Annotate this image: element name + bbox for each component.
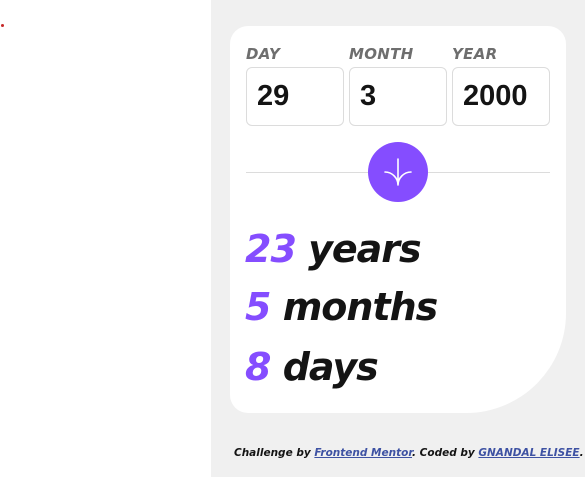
year-field: YEAR 2000 <box>452 44 550 126</box>
day-input[interactable]: 29 <box>246 67 344 126</box>
age-calculator-card: DAY 29 MONTH 3 YEAR 2000 23 years 5 mont… <box>230 26 566 413</box>
month-label: MONTH <box>349 45 414 63</box>
months-number: 5 <box>245 285 271 329</box>
month-field: MONTH 3 <box>349 44 447 126</box>
year-label: YEAR <box>452 45 498 63</box>
attribution-footer: Challenge by Frontend Mentor. Coded by G… <box>234 447 584 459</box>
month-input[interactable]: 3 <box>349 67 447 126</box>
day-field: DAY 29 <box>246 44 344 126</box>
year-input[interactable]: 2000 <box>452 67 550 126</box>
result-months: 5 months <box>245 285 439 329</box>
days-unit: days <box>282 345 379 389</box>
years-number: 23 <box>245 227 297 271</box>
day-label: DAY <box>246 45 281 63</box>
author-link[interactable]: GNANDAL ELISEE <box>478 447 579 459</box>
arrow-down-icon <box>384 158 412 186</box>
submit-button[interactable] <box>368 142 428 202</box>
result-days: 8 days <box>245 345 379 389</box>
footer-prefix: Challenge by <box>234 447 311 459</box>
stray-dot <box>1 24 4 27</box>
age-calculator-panel: DAY 29 MONTH 3 YEAR 2000 23 years 5 mont… <box>211 0 585 477</box>
result-years: 23 years <box>245 227 422 271</box>
footer-suffix: . <box>579 447 584 459</box>
months-unit: months <box>282 285 439 329</box>
footer-middle: . Coded by <box>412 447 475 459</box>
frontend-mentor-link[interactable]: Frontend Mentor <box>314 447 412 459</box>
days-number: 8 <box>245 345 271 389</box>
years-unit: years <box>308 227 422 271</box>
